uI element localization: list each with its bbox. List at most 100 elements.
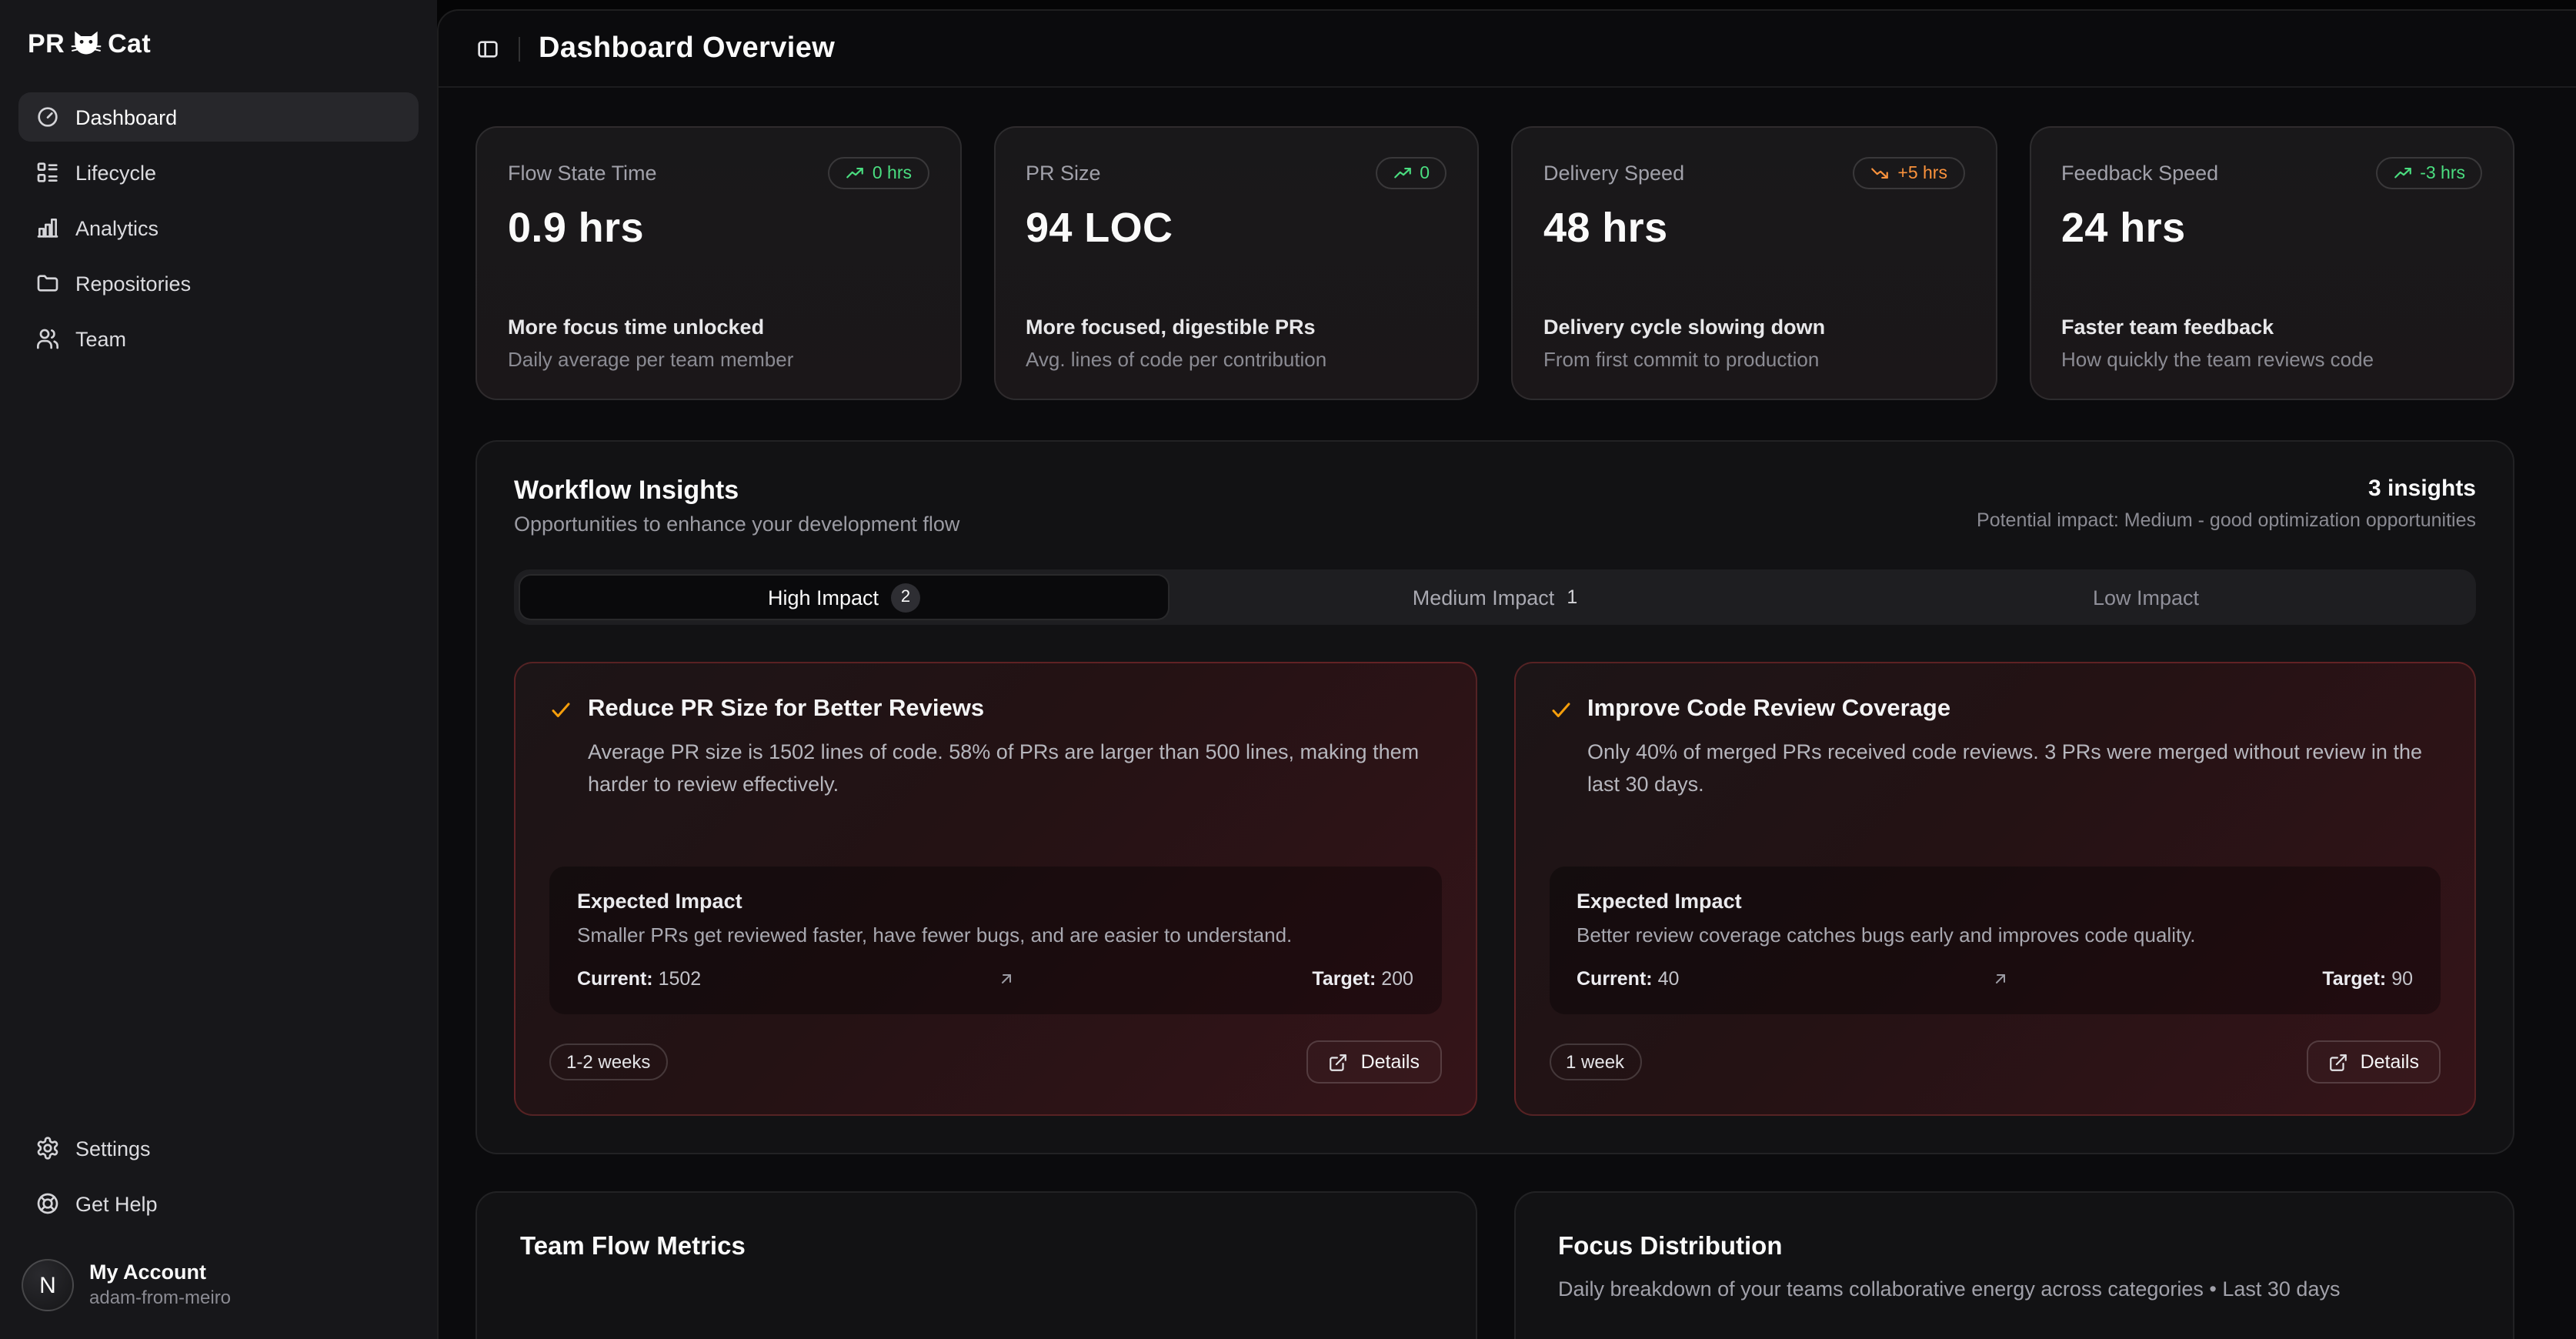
timeframe-badge: 1-2 weeks [549,1043,667,1080]
target-label: Target: [2322,968,2386,990]
insights-impact-note: Potential impact: Medium - good optimiza… [1977,509,2476,531]
topbar-divider [519,36,520,61]
sidebar-item-repositories[interactable]: Repositories [18,259,419,308]
sidebar-item-analytics[interactable]: Analytics [18,203,419,252]
metric-cards-row: Flow State Time 0 hrs 0.9 hrs More focus… [475,126,2514,400]
external-link-icon [1329,1052,1349,1072]
bottom-cards-row: Team Flow Metrics Focus Distribution Dai… [475,1191,2514,1339]
check-icon [1549,698,1572,721]
sidebar-item-label: Dashboard [75,105,177,129]
expected-impact-box: Expected Impact Smaller PRs get reviewed… [549,867,1441,1014]
current-label: Current: [577,968,653,990]
metric-subtext: Avg. lines of code per contribution [1026,348,1446,371]
trending-up-icon [845,163,865,183]
sidebar-item-lifecycle[interactable]: Lifecycle [18,148,419,197]
brand-suffix: Cat [108,29,151,60]
sidebar-footer: Settings Get Help N My Account adam-from… [18,1124,419,1317]
sidebar-item-settings[interactable]: Settings [18,1124,419,1173]
tab-label: High Impact [768,586,879,609]
trend-value: 0 hrs [873,164,912,182]
metric-value: 94 LOC [1026,205,1446,252]
tab-label: Medium Impact [1413,586,1555,609]
metric-headline: Faster team feedback [2061,316,2482,339]
trend-value: -3 hrs [2420,164,2465,182]
expected-impact-text: Smaller PRs get reviewed faster, have fe… [577,923,1413,947]
expected-impact-heading: Expected Impact [577,890,1413,913]
folder-icon [35,271,60,296]
gear-icon [35,1136,60,1160]
target-value: Target: 200 [1312,968,1413,990]
expected-impact-box: Expected Impact Better review coverage c… [1549,867,2441,1014]
metric-card-pr-size: PR Size 0 94 LOC More focused, digestibl… [993,126,1479,400]
brand-logo: PR Cat [18,22,419,65]
sidebar-item-label: Settings [75,1137,151,1160]
team-flow-metrics-card: Team Flow Metrics [475,1191,1477,1339]
sidebar-item-label: Team [75,327,126,350]
metric-label: Feedback Speed [2061,162,2218,185]
tab-medium-impact[interactable]: Medium Impact 1 [1170,574,1820,620]
insight-card-reduce-pr-size: Reduce PR Size for Better Reviews Averag… [514,662,1477,1116]
metric-value: 0.9 hrs [508,205,929,252]
trending-down-icon [1870,163,1890,183]
current-value: Current: 1502 [577,968,701,990]
metric-card-flow-state-time: Flow State Time 0 hrs 0.9 hrs More focus… [475,126,961,400]
trend-value: 0 [1420,164,1430,182]
tab-low-impact[interactable]: Low Impact [1820,574,2471,620]
metric-headline: More focused, digestible PRs [1026,316,1446,339]
tab-count-badge: 2 [891,583,920,612]
topbar: Dashboard Overview [439,11,2576,88]
impact-tabs: High Impact 2 Medium Impact 1 Low Impact [514,569,2476,625]
app-root: PR Cat Dashboard Lifecycle [0,0,2576,1339]
expected-impact-text: Better review coverage catches bugs earl… [1577,923,2413,947]
arrow-up-right-icon [997,970,1016,988]
insights-count: 3 insights [1977,476,2476,502]
main-panel: Dashboard Overview Flow State Time 0 hrs [437,9,2576,1339]
trend-badge: 0 [1375,157,1446,189]
expected-impact-heading: Expected Impact [1577,890,2413,913]
sidebar-item-label: Get Help [75,1192,158,1215]
card-title: Focus Distribution [1558,1233,2470,1262]
account-menu[interactable]: N My Account adam-from-meiro [18,1253,419,1317]
tab-high-impact[interactable]: High Impact 2 [519,574,1170,620]
metric-value: 48 hrs [1543,205,1964,252]
layout-list-icon [35,160,60,185]
cat-icon [69,28,103,62]
sidebar-toggle-icon[interactable] [475,36,500,61]
account-name: My Account [89,1261,231,1287]
insight-description: Average PR size is 1502 lines of code. 5… [588,737,1441,802]
metric-headline: More focus time unlocked [508,316,929,339]
insights-title: Workflow Insights [514,476,959,506]
users-icon [35,326,60,351]
avatar: N [22,1259,74,1311]
metric-card-delivery-speed: Delivery Speed +5 hrs 48 hrs Delivery cy… [1511,126,1997,400]
sidebar-item-team[interactable]: Team [18,314,419,363]
brand-prefix: PR [28,29,65,60]
sidebar-item-get-help[interactable]: Get Help [18,1179,419,1228]
details-button[interactable]: Details [1307,1040,1441,1084]
page-title: Dashboard Overview [539,32,835,65]
metric-subtext: Daily average per team member [508,348,929,371]
metric-label: PR Size [1026,162,1101,185]
trend-value: +5 hrs [1897,164,1947,182]
insight-title: Improve Code Review Coverage [1587,696,1950,723]
trending-up-icon [1392,163,1412,183]
tab-label: Low Impact [2093,586,2199,609]
arrow-up-right-icon [1991,970,2010,988]
insights-subtitle: Opportunities to enhance your developmen… [514,513,959,536]
sidebar-item-dashboard[interactable]: Dashboard [18,92,419,142]
trend-badge: +5 hrs [1853,157,1964,189]
insight-description: Only 40% of merged PRs received code rev… [1587,737,2441,802]
sidebar: PR Cat Dashboard Lifecycle [0,0,437,1339]
details-label: Details [2361,1051,2419,1073]
metric-subtext: From first commit to production [1543,348,1964,371]
sidebar-item-label: Lifecycle [75,161,156,184]
insight-cards-row: Reduce PR Size for Better Reviews Averag… [514,662,2476,1116]
details-button[interactable]: Details [2307,1040,2441,1084]
bar-chart-icon [35,215,60,240]
metric-label: Delivery Speed [1543,162,1684,185]
current-label: Current: [1577,968,1653,990]
card-subtitle: Daily breakdown of your teams collaborat… [1558,1277,2470,1301]
focus-distribution-card: Focus Distribution Daily breakdown of yo… [1513,1191,2514,1339]
sidebar-item-label: Repositories [75,272,191,295]
gauge-icon [35,105,60,129]
